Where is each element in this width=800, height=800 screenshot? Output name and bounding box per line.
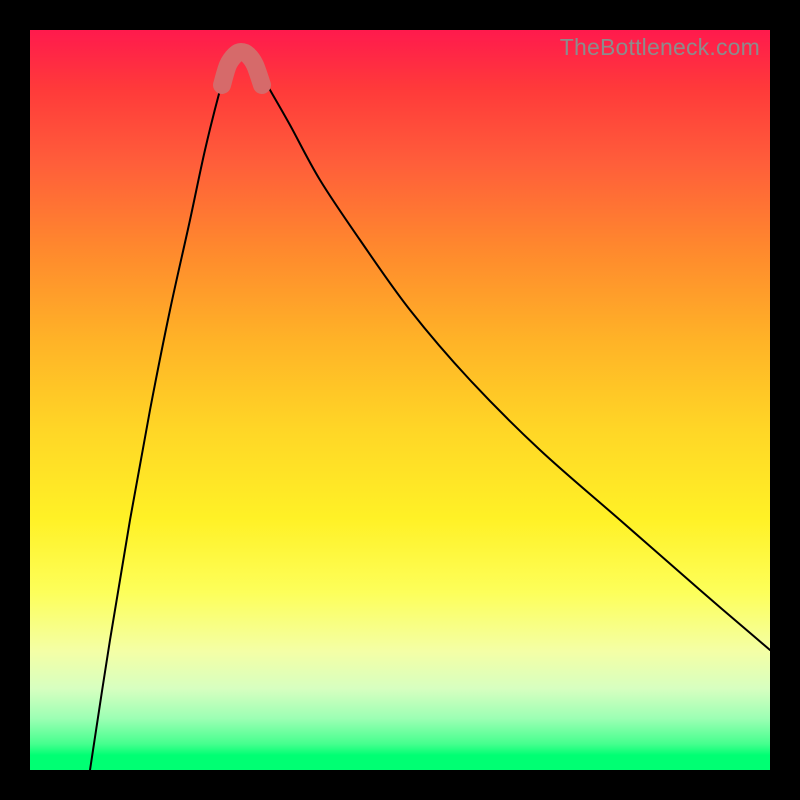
- chart-frame: TheBottleneck.com: [30, 30, 770, 770]
- curve-path: [90, 50, 770, 770]
- cusp-marker: [222, 52, 262, 85]
- bottleneck-plot: [30, 30, 770, 770]
